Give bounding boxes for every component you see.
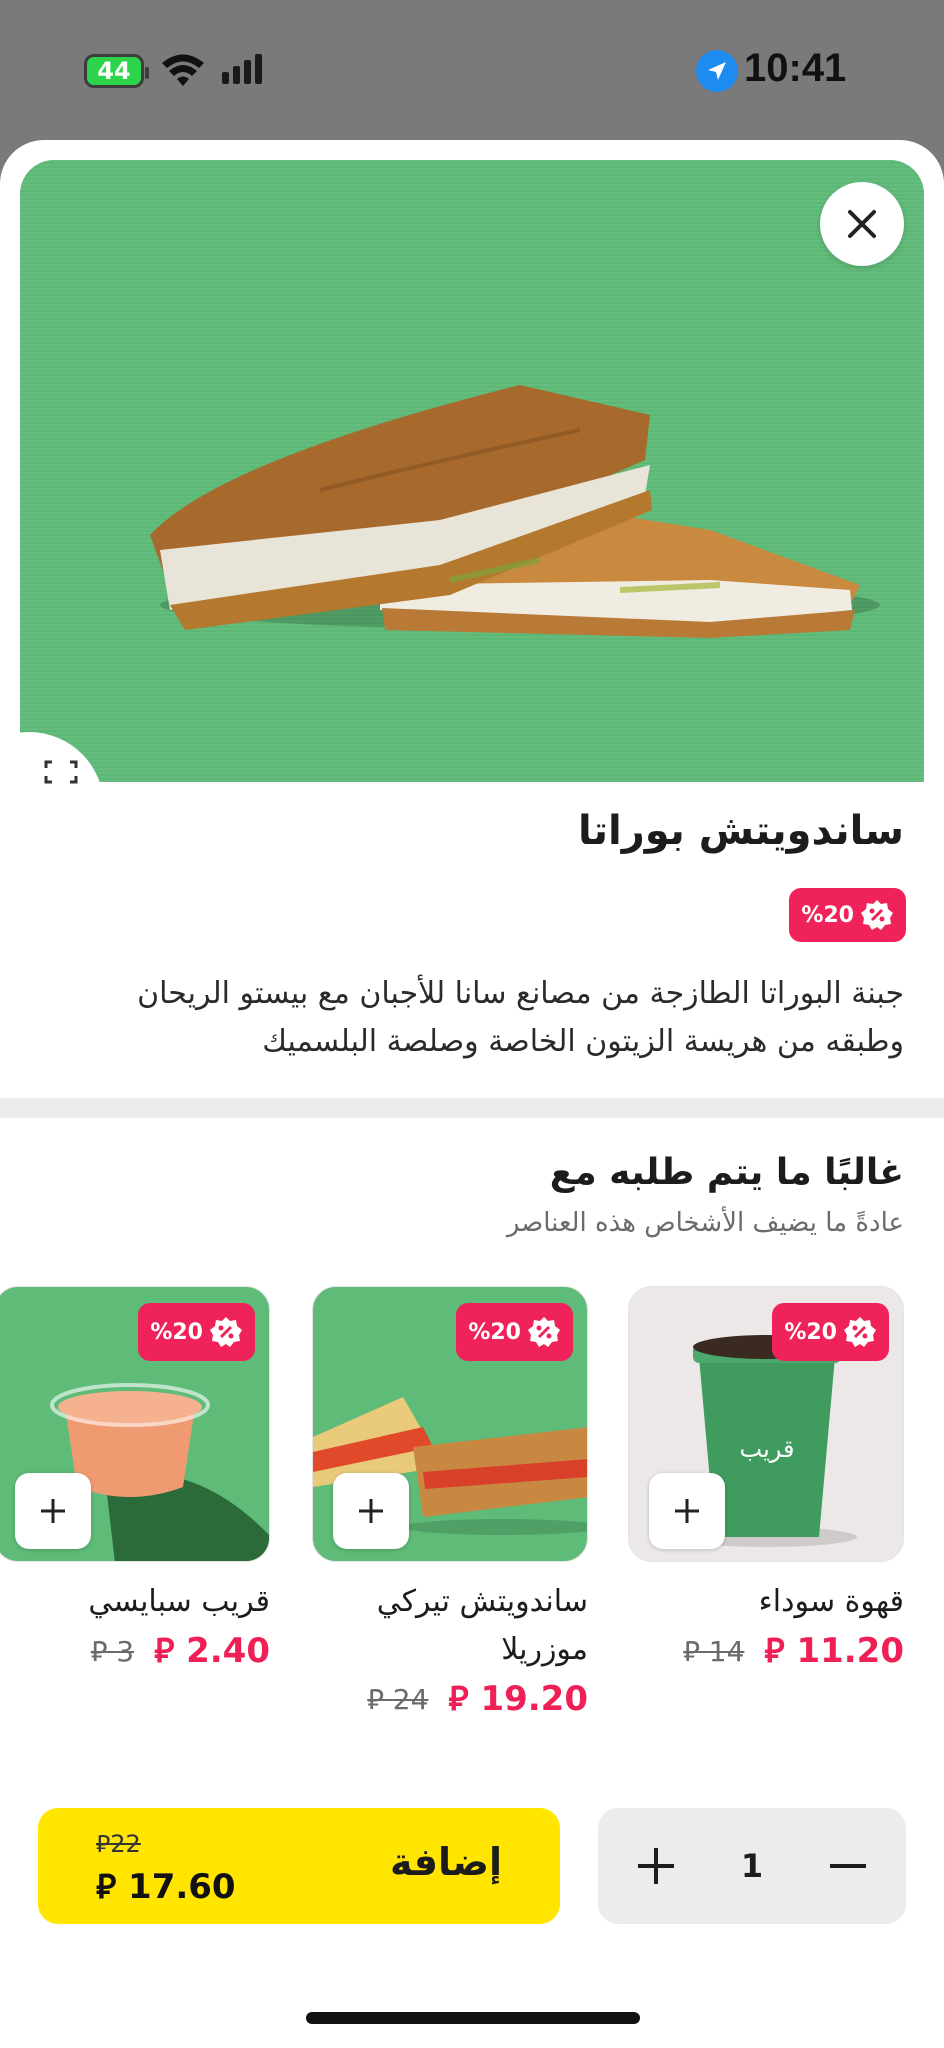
discount-label: %20 [150, 1319, 203, 1345]
product-image [20, 160, 924, 782]
home-indicator [306, 2012, 640, 2024]
expand-icon [44, 760, 78, 784]
wifi-icon [162, 54, 204, 86]
item-price: 2.40 ⃁ [154, 1631, 270, 1671]
battery-icon: 44 [84, 54, 149, 88]
battery-level: 44 [97, 57, 131, 85]
cart-total: ⃁ 17.60 [96, 1864, 236, 1908]
item-old-price: 3 ⃁ [90, 1634, 135, 1668]
add-to-cart-button[interactable]: إضافة ⃁22 ⃁ 17.60 [38, 1808, 560, 1924]
close-button[interactable] [820, 182, 904, 266]
discount-badge: %20 [772, 1303, 889, 1361]
add-item-button[interactable] [15, 1473, 91, 1549]
plus-icon [638, 1848, 674, 1884]
recommendation-card[interactable]: %20 ساندويتش تيركي موزريلا 19.20 ⃁ 24 ⃁ [312, 1286, 588, 1720]
add-item-button[interactable] [333, 1473, 409, 1549]
item-old-price: 24 ⃁ [367, 1682, 429, 1716]
plus-icon [359, 1499, 383, 1523]
item-name: ساندويتش تيركي موزريلا [376, 1584, 588, 1667]
product-thumbnail: %20 [0, 1286, 270, 1562]
recommendation-card[interactable]: قريب %20 قهوة سوداء 11.20 ⃁ 14 ⃁ [628, 1286, 904, 1672]
location-arrow-icon [696, 50, 738, 92]
product-thumbnail: %20 [312, 1286, 588, 1562]
section-divider [0, 1098, 944, 1118]
discount-star-icon [210, 1317, 242, 1347]
add-item-button[interactable] [649, 1473, 725, 1549]
recommendations-subtitle: عادةً ما يضيف الأشخاص هذه العناصر [506, 1208, 904, 1238]
recommendations-title: غالبًا ما يتم طلبه مع [549, 1152, 904, 1193]
plus-icon [41, 1499, 65, 1523]
quantity-stepper: 1 [598, 1808, 906, 1924]
clock: 10:41 [744, 46, 847, 90]
price-row: 2.40 ⃁ 3 ⃁ [0, 1628, 270, 1672]
discount-badge: %20 [789, 888, 906, 942]
discount-star-icon [844, 1317, 876, 1347]
decrease-quantity-button[interactable] [826, 1844, 870, 1888]
cellular-signal-icon [222, 54, 262, 84]
increase-quantity-button[interactable] [634, 1844, 678, 1888]
price-row: 11.20 ⃁ 14 ⃁ [628, 1628, 904, 1672]
svg-text:قريب: قريب [740, 1435, 795, 1463]
cart-old-total-value: 22 [110, 1830, 141, 1858]
item-price: 19.20 ⃁ [448, 1679, 588, 1719]
plus-icon [675, 1499, 699, 1523]
item-name: قريب سبايسي [88, 1584, 270, 1619]
cart-total-value: 17.60 [128, 1867, 236, 1907]
discount-label: %20 [784, 1319, 837, 1345]
item-name: قهوة سوداء [758, 1584, 904, 1619]
recommendation-card[interactable]: %20 قريب سبايسي 2.40 ⃁ 3 ⃁ [0, 1286, 270, 1672]
close-icon [848, 210, 876, 238]
product-description: جبنة البوراتا الطازجة من مصانع سانا للأج… [137, 976, 904, 1059]
minus-icon [829, 1864, 866, 1868]
cart-old-total: ⃁22 [96, 1828, 141, 1859]
item-old-price: 14 ⃁ [683, 1634, 745, 1668]
product-sheet: ساندويتش بوراتا %20 جبنة البوراتا الطازج… [0, 140, 944, 2048]
status-bar: 44 10:41 [0, 0, 944, 140]
product-title: ساندويتش بوراتا [577, 808, 904, 854]
discount-star-icon [861, 900, 893, 930]
quantity-value: 1 [740, 1847, 764, 1885]
discount-label: %20 [468, 1319, 521, 1345]
sandwich-illustration [150, 385, 880, 638]
riyal-symbol: ⃁ [96, 1830, 111, 1858]
item-price: 11.20 ⃁ [764, 1631, 904, 1671]
price-row: 19.20 ⃁ 24 ⃁ [312, 1676, 588, 1720]
discount-star-icon [528, 1317, 560, 1347]
riyal-symbol: ⃁ [96, 1867, 129, 1907]
add-to-cart-label: إضافة [390, 1840, 502, 1884]
discount-badge: %20 [138, 1303, 255, 1361]
product-thumbnail: قريب %20 [628, 1286, 904, 1562]
discount-badge: %20 [456, 1303, 573, 1361]
discount-label: %20 [801, 902, 854, 928]
